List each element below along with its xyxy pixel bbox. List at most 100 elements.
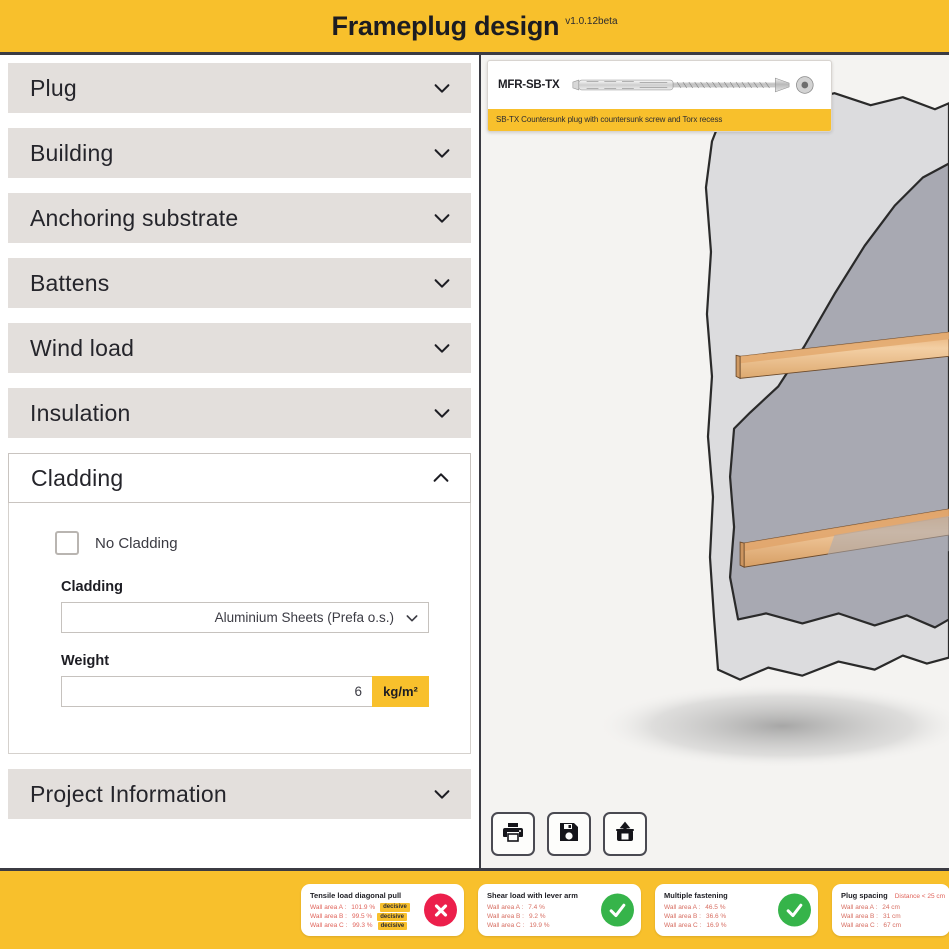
sidebar-item-insulation[interactable]: Insulation [8,388,471,438]
sidebar: Plug Building Anchoring substrate Batten… [0,55,481,868]
header-title-group: Frameplug design v1.0.12beta [331,10,618,41]
save-button[interactable] [547,812,591,856]
product-description: SB-TX Countersunk plug with countersunk … [488,109,831,131]
result-card-shear-load[interactable]: Shear load with lever arm Wall area A : … [478,884,641,936]
result-row: Wall area C : 67 cm [841,921,941,930]
result-row-value: 19.9 % [529,922,550,930]
weight-unit-label: kg/m² [372,676,429,707]
result-row-label: Wall area C : [841,922,879,930]
result-row-value: 31 cm [882,913,901,921]
result-row-value: 24 cm [882,904,900,911]
result-row-label: Wall area B : [487,913,524,921]
weight-input[interactable]: 6 [61,676,372,707]
chevron-down-icon[interactable] [431,207,453,229]
sidebar-item-label: Anchoring substrate [30,204,239,231]
cladding-field-group: Cladding Aluminium Sheets (Prefa o.s.) [61,579,450,633]
app-header: Frameplug design v1.0.12beta [0,0,949,55]
share-upload-icon [613,820,637,849]
chevron-down-icon[interactable] [431,402,453,424]
result-row-label: Wall area B : [841,913,878,921]
chevron-down-icon[interactable] [431,272,453,294]
result-row-label: Wall area B : [310,913,347,921]
cross-circle-icon [424,893,457,927]
no-cladding-label: No Cladding [95,534,178,552]
result-title: Shear load with lever arm [487,891,578,900]
result-row-label: Wall area A : [841,904,878,911]
result-card-plug-spacing[interactable]: Plug spacing Distance < 25 cm Wall area … [832,884,949,936]
chevron-down-icon[interactable] [431,783,453,805]
sidebar-item-label: Wind load [30,334,135,361]
result-title: Tensile load diagonal pull [310,891,402,900]
result-title-row: Plug spacing Distance < 25 cm [841,891,945,903]
result-row-value: 36.6 % [705,913,727,921]
result-row-label: Wall area A : [664,904,701,911]
sidebar-item-label: Building [30,139,114,166]
cladding-select[interactable]: Aluminium Sheets (Prefa o.s.) [61,602,429,633]
chevron-up-icon[interactable] [430,467,452,489]
result-row-value: 46.5 % [705,904,726,911]
result-row-label: Wall area B : [664,913,701,921]
version-label: v1.0.12beta [565,15,618,27]
result-row-label: Wall area C : [487,922,525,930]
sidebar-item-label: Insulation [30,399,131,426]
result-row-label: Wall area C : [664,922,702,930]
sidebar-item-label: Plug [30,74,77,101]
sidebar-item-battens[interactable]: Battens [8,258,471,308]
model-viewport[interactable]: MFR-SB-TX SB-TX Countersunk plug with co… [481,55,949,868]
body-wrap: Plug Building Anchoring substrate Batten… [0,55,949,868]
result-card-tensile-load[interactable]: Tensile load diagonal pull Wall area A :… [301,884,464,936]
status-badge: decisive [380,903,410,912]
weight-field-label: Weight [61,653,110,669]
result-title: Plug spacing [841,891,888,900]
result-row-value: 7.4 % [528,904,545,911]
page-title: Frameplug design [331,10,560,41]
chevron-down-icon[interactable] [404,610,420,626]
check-circle-icon [601,893,634,927]
app-root: Frameplug design v1.0.12beta Plug Buildi… [0,0,949,949]
sidebar-item-cladding[interactable]: Cladding [8,453,471,503]
result-title: Multiple fastening [664,891,728,900]
cladding-panel: No Cladding Cladding Aluminium Sheets (P… [8,503,471,754]
status-badge: decisive [377,912,407,922]
product-card[interactable]: MFR-SB-TX SB-TX Countersunk plug with co… [487,60,832,132]
sidebar-item-project-information[interactable]: Project Information [8,769,471,819]
result-row-value: 16.9 % [706,922,727,930]
product-code: MFR-SB-TX [498,79,560,91]
no-cladding-row[interactable]: No Cladding [55,531,450,555]
check-circle-icon [778,893,811,927]
result-row-value: 99.5 % [351,913,373,921]
result-row-value: 101.9 % [351,904,376,911]
results-footer: Tensile load diagonal pull Wall area A :… [0,868,949,949]
sidebar-item-building[interactable]: Building [8,128,471,178]
three-d-wall-model[interactable] [481,55,949,868]
result-row-value: 67 cm [883,922,902,930]
cladding-select-value: Aluminium Sheets (Prefa o.s.) [214,610,394,625]
model-shadow [596,683,949,769]
weight-field-group: Weight 6 kg/m² [61,653,450,707]
result-row: Wall area A : 24 cm [841,903,941,912]
result-row-value: 99.3 % [352,922,373,930]
result-row-value: 9.2 % [528,913,546,921]
sidebar-item-label: Project Information [30,780,227,807]
cladding-field-label: Cladding [61,579,124,595]
sidebar-item-anchoring-substrate[interactable]: Anchoring substrate [8,193,471,243]
viewport-toolbar [491,812,647,856]
sidebar-item-label: Battens [30,269,110,296]
sidebar-item-label: Cladding [31,464,124,491]
chevron-down-icon[interactable] [431,142,453,164]
sidebar-item-wind-load[interactable]: Wind load [8,323,471,373]
chevron-down-icon[interactable] [431,77,453,99]
result-row: Wall area B : 31 cm [841,912,941,921]
result-card-multiple-fastening[interactable]: Multiple fastening Wall area A : 46.5 % … [655,884,818,936]
no-cladding-checkbox[interactable] [55,531,79,555]
print-button[interactable] [491,812,535,856]
chevron-down-icon[interactable] [431,337,453,359]
export-button[interactable] [603,812,647,856]
result-row-label: Wall area A : [310,904,347,911]
result-row-label: Wall area A : [487,904,524,911]
weight-input-row: 6 kg/m² [61,676,429,707]
result-row-label: Wall area C : [310,922,348,930]
result-subtitle: Distance < 25 cm [894,893,946,900]
status-badge: decisive [377,921,408,931]
sidebar-item-plug[interactable]: Plug [8,63,471,113]
